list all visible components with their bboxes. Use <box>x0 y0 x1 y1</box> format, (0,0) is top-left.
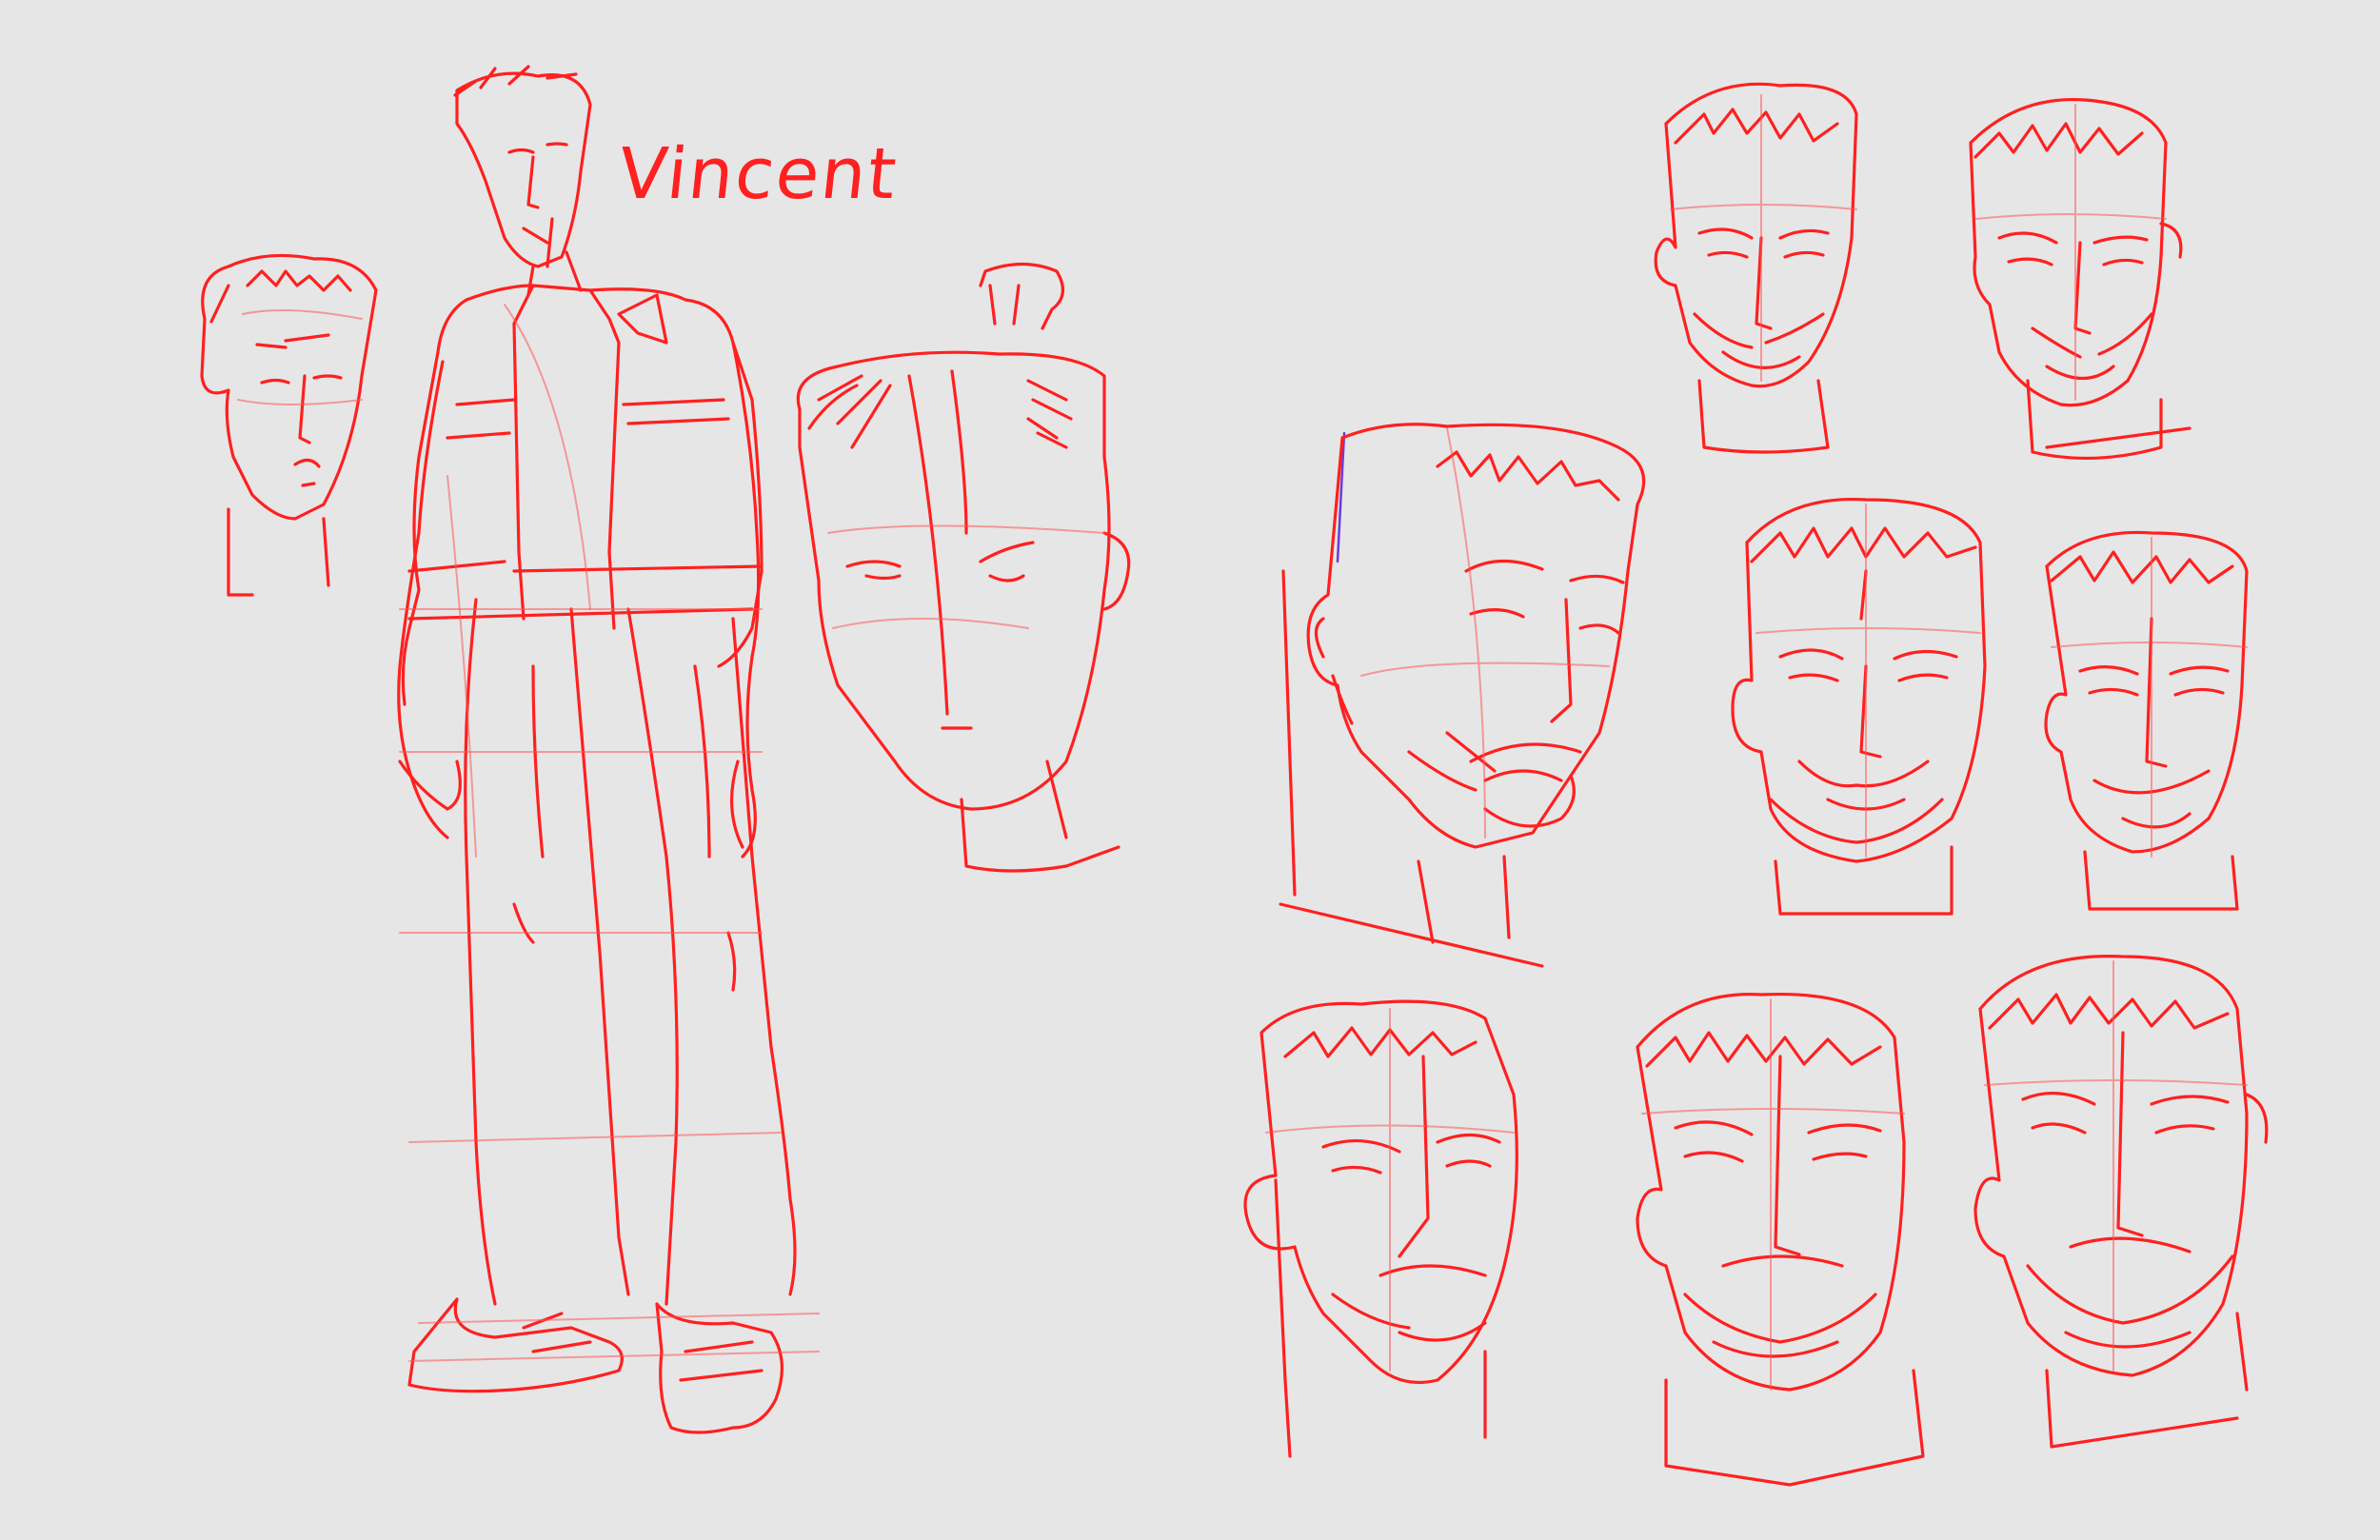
topknot-head-sketch <box>796 262 1131 873</box>
head-sketch-middle-right <box>2044 530 2249 911</box>
head-sketch-bottom-right <box>1973 955 2269 1449</box>
head-sketch-top-left <box>1654 82 1858 454</box>
sketch-drawing <box>200 65 2269 1487</box>
small-head-sketch <box>200 253 378 597</box>
sketch-sheet: Vincent <box>0 0 2380 1540</box>
character-name-label: Vincent <box>614 133 902 215</box>
head-sketch-bottom-left <box>1243 999 1518 1458</box>
head-sketch-top-right <box>1969 97 2192 461</box>
head-sketch-middle-center <box>1731 497 1987 916</box>
full-body-figure-sketch <box>397 65 820 1434</box>
head-sketch-bottom-center <box>1636 992 1925 1487</box>
large-three-quarter-head-sketch <box>1279 423 1646 968</box>
